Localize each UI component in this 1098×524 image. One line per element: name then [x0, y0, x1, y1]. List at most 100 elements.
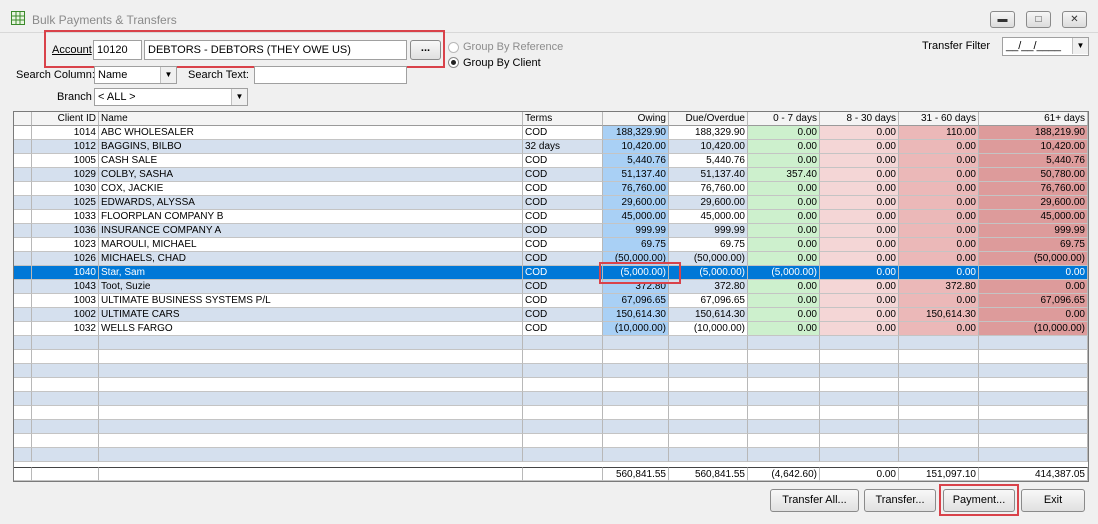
minimize-icon: ▬: [997, 14, 1008, 25]
cell-terms: 32 days: [523, 140, 603, 154]
cell-d31: 0.00: [899, 322, 979, 336]
empty-row[interactable]: [14, 378, 1088, 392]
cell-d8: [820, 336, 899, 350]
cell-d31: [899, 336, 979, 350]
table-row[interactable]: 1005 CASH SALE COD 5,440.76 5,440.76 0.00 0.00…: [14, 154, 1088, 168]
cell-owing: 560,841.55: [603, 467, 669, 481]
maximize-button[interactable]: □: [1026, 11, 1051, 28]
empty-row[interactable]: [14, 448, 1088, 462]
cell-d31: 0.00: [899, 210, 979, 224]
table-row[interactable]: 1033 FLOORPLAN COMPANY B COD 45,000.00 45,00…: [14, 210, 1088, 224]
empty-row[interactable]: [14, 350, 1088, 364]
cell-d0: [748, 448, 820, 462]
table-row[interactable]: 1014 ABC WHOLESALER COD 188,329.90 188,329.9…: [14, 126, 1088, 140]
totals-row[interactable]: 560,841.55 560,841.55 (4,642.60) 0.00 151,09…: [14, 467, 1088, 481]
cell-d0: 0.00: [748, 294, 820, 308]
cell-owing: 67,096.65: [603, 294, 669, 308]
empty-row[interactable]: [14, 392, 1088, 406]
cell-d8: [820, 392, 899, 406]
table-row[interactable]: 1036 INSURANCE COMPANY A COD 999.99 999.99 0.…: [14, 224, 1088, 238]
cell-d0: [748, 420, 820, 434]
empty-row[interactable]: [14, 434, 1088, 448]
cell-due: [669, 392, 748, 406]
chevron-down-icon[interactable]: ▼: [160, 67, 176, 83]
minimize-button[interactable]: ▬: [990, 11, 1015, 28]
cell-name: WELLS FARGO: [99, 322, 523, 336]
cell-d31: 151,097.10: [899, 467, 979, 481]
cell-due: 51,137.40: [669, 168, 748, 182]
chevron-down-icon[interactable]: ▼: [231, 89, 247, 105]
cell-name: ABC WHOLESALER: [99, 126, 523, 140]
cell-d61: 188,219.90: [979, 126, 1088, 140]
cell-d0: 0.00: [748, 252, 820, 266]
search-column-select[interactable]: Name ▼: [94, 66, 177, 84]
cell-terms: [523, 448, 603, 462]
search-text-label: Search Text:: [188, 69, 249, 81]
cell-d0: [748, 364, 820, 378]
cell-d31: 0.00: [899, 140, 979, 154]
cell-d0: 0.00: [748, 140, 820, 154]
cell-name: [99, 434, 523, 448]
transfer-button[interactable]: Transfer...: [864, 489, 936, 512]
account-code-input[interactable]: [93, 40, 142, 60]
cell-d61: [979, 448, 1088, 462]
group-by-reference-radio[interactable]: [448, 42, 459, 53]
cell-d8: 0.00: [820, 168, 899, 182]
cell-id: 1003: [32, 294, 99, 308]
table-row[interactable]: 1012 BAGGINS, BILBO 32 days 10,420.00 10,420…: [14, 140, 1088, 154]
grid-header[interactable]: Client ID Name Terms Owing Due/Overdue 0 - 7 …: [14, 112, 1088, 126]
column-header-d31: 31 - 60 days: [899, 112, 979, 126]
cell-terms: [523, 350, 603, 364]
table-row[interactable]: 1026 MICHAELS, CHAD COD (50,000.00) (50,000.…: [14, 252, 1088, 266]
search-column-label: Search Column:: [16, 69, 95, 81]
transfer-all-button[interactable]: Transfer All...: [770, 489, 859, 512]
chevron-down-icon[interactable]: ▼: [1072, 38, 1088, 54]
table-row[interactable]: 1029 COLBY, SASHA COD 51,137.40 51,137.40 357…: [14, 168, 1088, 182]
clients-grid[interactable]: Client ID Name Terms Owing Due/Overdue 0 - 7 …: [13, 111, 1089, 482]
cell-d31: 0.00: [899, 224, 979, 238]
cell-owing: [603, 336, 669, 350]
cell-d0: [748, 336, 820, 350]
cell-ind: [14, 126, 32, 140]
empty-row[interactable]: [14, 406, 1088, 420]
cell-ind: [14, 182, 32, 196]
cell-id: 1023: [32, 238, 99, 252]
account-name-input[interactable]: [144, 40, 407, 60]
cell-d0: (4,642.60): [748, 467, 820, 481]
search-text-input[interactable]: [254, 66, 407, 84]
payment-button[interactable]: Payment...: [943, 489, 1015, 512]
cell-id: 1026: [32, 252, 99, 266]
empty-row[interactable]: [14, 420, 1088, 434]
close-button[interactable]: ✕: [1062, 11, 1087, 28]
cell-name: Star, Sam: [99, 266, 523, 280]
table-row[interactable]: 1043 Toot, Suzie COD 372.80 372.80 0.00 0.00 37…: [14, 280, 1088, 294]
cell-id: 1040: [32, 266, 99, 280]
table-row[interactable]: 1003 ULTIMATE BUSINESS SYSTEMS P/L COD 67,0…: [14, 294, 1088, 308]
cell-due: 188,329.90: [669, 126, 748, 140]
cell-terms: COD: [523, 238, 603, 252]
cell-d8: 0.00: [820, 126, 899, 140]
empty-row[interactable]: [14, 336, 1088, 350]
cell-due: [669, 448, 748, 462]
column-header-d61: 61+ days: [979, 112, 1088, 126]
group-by-client-radio[interactable]: [448, 57, 459, 68]
cell-ind: [14, 238, 32, 252]
cell-ind: [14, 252, 32, 266]
transfer-filter-date[interactable]: __/__/____ ▼: [1002, 37, 1089, 56]
cell-d61: 50,780.00: [979, 168, 1088, 182]
account-browse-button[interactable]: ...: [410, 40, 441, 60]
cell-name: MICHAELS, CHAD: [99, 252, 523, 266]
table-row[interactable]: 1023 MAROULI, MICHAEL COD 69.75 69.75 0.00 0.0…: [14, 238, 1088, 252]
cell-owing: 372.80: [603, 280, 669, 294]
branch-select[interactable]: < ALL > ▼: [94, 88, 248, 106]
table-row[interactable]: 1025 EDWARDS, ALYSSA COD 29,600.00 29,600.00…: [14, 196, 1088, 210]
exit-button[interactable]: Exit: [1021, 489, 1085, 512]
table-row[interactable]: 1032 WELLS FARGO COD (10,000.00) (10,000.00)…: [14, 322, 1088, 336]
table-row[interactable]: 1030 COX, JACKIE COD 76,760.00 76,760.00 0.00…: [14, 182, 1088, 196]
table-row[interactable]: 1002 ULTIMATE CARS COD 150,614.30 150,614.30…: [14, 308, 1088, 322]
cell-ind: [14, 308, 32, 322]
cell-d0: [748, 350, 820, 364]
empty-row[interactable]: [14, 364, 1088, 378]
column-header-d0: 0 - 7 days: [748, 112, 820, 126]
table-row[interactable]: 1040 Star, Sam COD (5,000.00) (5,000.00) (5,0…: [14, 266, 1088, 280]
